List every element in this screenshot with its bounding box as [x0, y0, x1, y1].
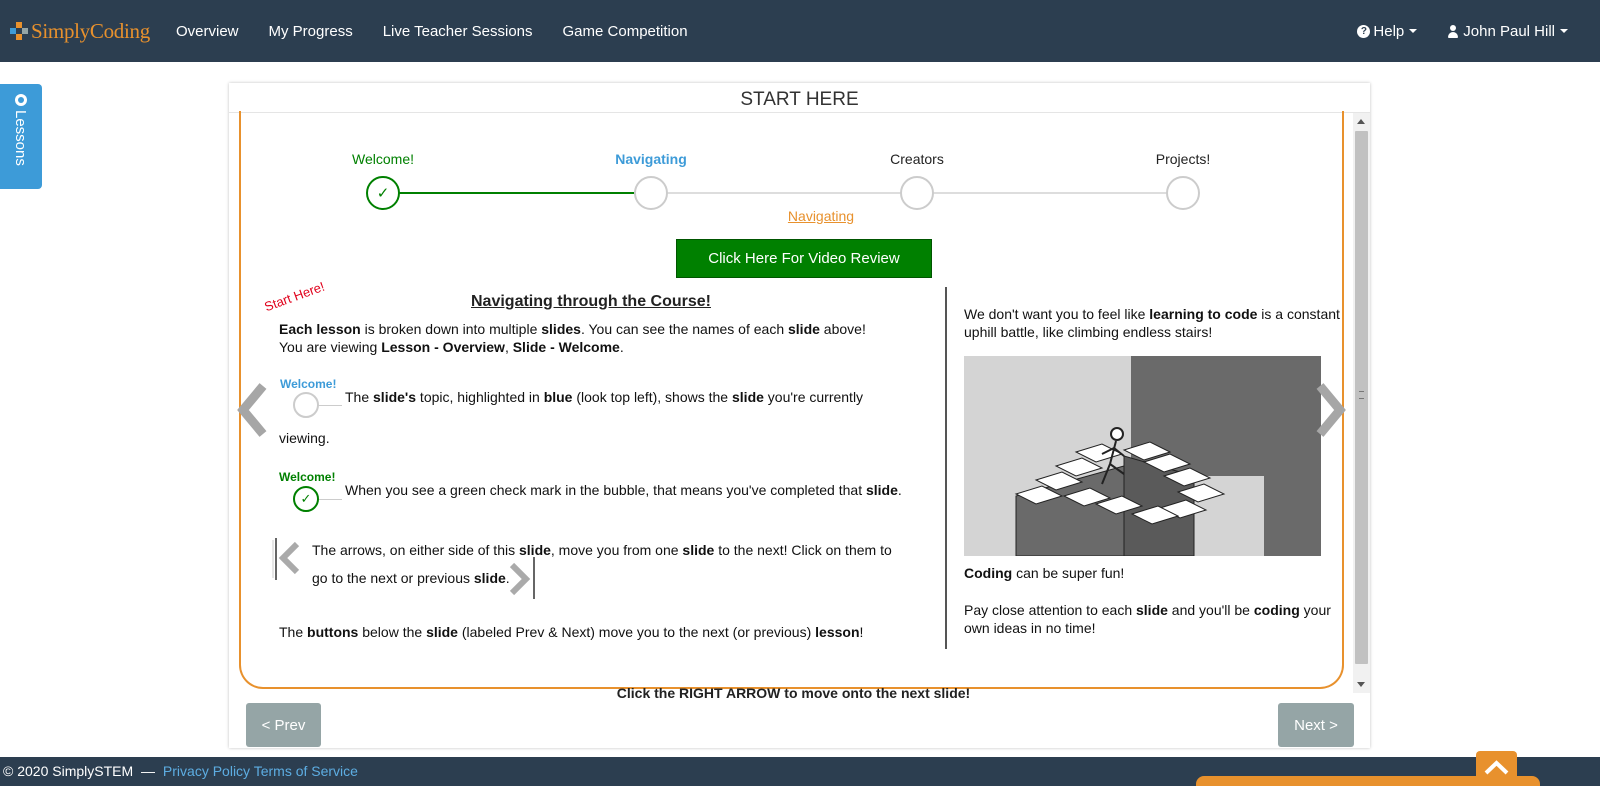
footer-separator: —	[141, 763, 156, 779]
user-caret-icon	[1560, 29, 1568, 33]
lessons-tab-label-group: Lessons	[12, 94, 29, 166]
step-line-1	[384, 192, 650, 194]
fun-paragraph: Coding can be super fun!	[964, 565, 1125, 581]
step-circle-navigating[interactable]	[634, 176, 668, 210]
endless-stairs-image	[964, 356, 1321, 556]
video-review-button[interactable]: Click Here For Video Review	[676, 239, 932, 278]
brand-name: SimplyCoding	[31, 18, 150, 43]
brand-logo[interactable]: SimplyCoding	[10, 16, 150, 46]
step-label-creators[interactable]: Creators	[890, 151, 944, 167]
privacy-policy-link[interactable]: Privacy Policy	[163, 763, 250, 779]
current-slide-paragraph: The slide's topic, highlighted in blue (…	[345, 389, 864, 405]
help-caret-icon	[1409, 29, 1418, 33]
current-slide-paragraph-end: viewing.	[279, 430, 330, 446]
help-icon: ?	[1357, 24, 1371, 38]
step-circle-welcome[interactable]: ✓	[366, 176, 400, 210]
lessons-icon	[14, 94, 27, 106]
arrows-paragraph: The arrows, on either side of this slide…	[312, 542, 892, 558]
footer-text: © 2020 SimplySTEM — Privacy Policy Terms…	[3, 763, 358, 779]
scrollbar-grip	[1359, 391, 1364, 399]
check-icon: ✓	[376, 185, 390, 202]
panel-scrollbar[interactable]	[1353, 113, 1370, 693]
brand-mark-icon	[10, 20, 28, 42]
buttons-paragraph: The buttons below the slide (labeled Pre…	[279, 624, 864, 640]
slide-frame: Welcome! ✓ Navigating Creators Projects!…	[239, 111, 1344, 701]
panel-title: START HERE	[740, 89, 859, 110]
step-line-2	[652, 192, 916, 194]
start-here-note: Start Here!	[262, 278, 327, 315]
main-nav: Overview My Progress Live Teacher Sessio…	[176, 0, 718, 62]
step-circle-creators[interactable]	[900, 176, 934, 210]
demo-check-icon: ✓	[300, 491, 312, 506]
demo-right-arrow-icon	[509, 557, 535, 599]
scroll-top-button[interactable]	[1476, 751, 1517, 786]
slide-title: Navigating through the Course!	[471, 293, 711, 310]
help-label: Help	[1373, 22, 1405, 40]
scroll-down-icon[interactable]	[1357, 682, 1365, 687]
scrollbar-thumb[interactable]	[1355, 131, 1368, 664]
current-slide-link[interactable]: Navigating	[771, 208, 871, 224]
completed-slide-paragraph: When you see a green check mark in the b…	[345, 482, 902, 498]
nav-right: ? Help John Paul Hill	[1327, 0, 1568, 62]
demo-current-circle	[293, 392, 319, 418]
demo-current-line	[318, 405, 342, 406]
nav-link-my-progress[interactable]: My Progress	[269, 23, 353, 40]
prev-slide-arrow[interactable]	[233, 380, 271, 440]
demo-left-arrow-icon	[272, 538, 300, 580]
attention-paragraph: Pay close attention to each slide and yo…	[964, 602, 1331, 636]
step-label-navigating[interactable]: Navigating	[615, 151, 687, 167]
step-circle-projects[interactable]	[1166, 176, 1200, 210]
demo-current-label: Welcome!	[280, 377, 337, 391]
next-slide-arrow[interactable]	[1312, 380, 1350, 440]
nav-link-game-competition[interactable]: Game Competition	[563, 23, 688, 40]
demo-done-circle: ✓	[293, 486, 319, 512]
user-menu[interactable]: John Paul Hill	[1447, 23, 1568, 40]
terms-of-service-link[interactable]: Terms of Service	[254, 763, 358, 779]
lessons-tab[interactable]: Lessons	[0, 84, 42, 189]
chevron-up-icon	[1484, 760, 1509, 775]
arrows-paragraph-end: go to the next or previous slide.	[312, 570, 510, 586]
uphill-paragraph: We don't want you to feel like learning …	[964, 306, 1340, 340]
user-name: John Paul Hill	[1463, 22, 1555, 40]
lesson-panel: START HERE Welcome! ✓ Navigating Creator…	[229, 83, 1370, 748]
demo-done-label: Welcome!	[279, 470, 336, 484]
step-label-projects[interactable]: Projects!	[1156, 151, 1210, 167]
column-divider	[945, 287, 947, 649]
stairs-illustration	[964, 356, 1321, 556]
help-menu[interactable]: ? Help	[1357, 22, 1418, 40]
nav-link-overview[interactable]: Overview	[176, 23, 239, 40]
nav-link-live-teacher-sessions[interactable]: Live Teacher Sessions	[383, 23, 533, 40]
prev-lesson-button[interactable]: < Prev	[246, 703, 321, 747]
bottom-instruction: Click the RIGHT ARROW to move onto the n…	[616, 685, 971, 701]
next-lesson-button[interactable]: Next >	[1278, 703, 1354, 747]
intro-paragraph: Each lesson is broken down into multiple…	[279, 321, 866, 355]
scroll-up-icon[interactable]	[1357, 119, 1365, 124]
demo-done-line	[318, 499, 342, 500]
navbar: SimplyCoding Overview My Progress Live T…	[0, 0, 1600, 62]
step-label-welcome[interactable]: Welcome!	[352, 151, 414, 167]
step-line-3	[918, 192, 1182, 194]
footer-copyright: © 2020 SimplySTEM	[3, 763, 134, 779]
lessons-tab-label: Lessons	[12, 110, 29, 166]
user-icon	[1447, 24, 1459, 38]
